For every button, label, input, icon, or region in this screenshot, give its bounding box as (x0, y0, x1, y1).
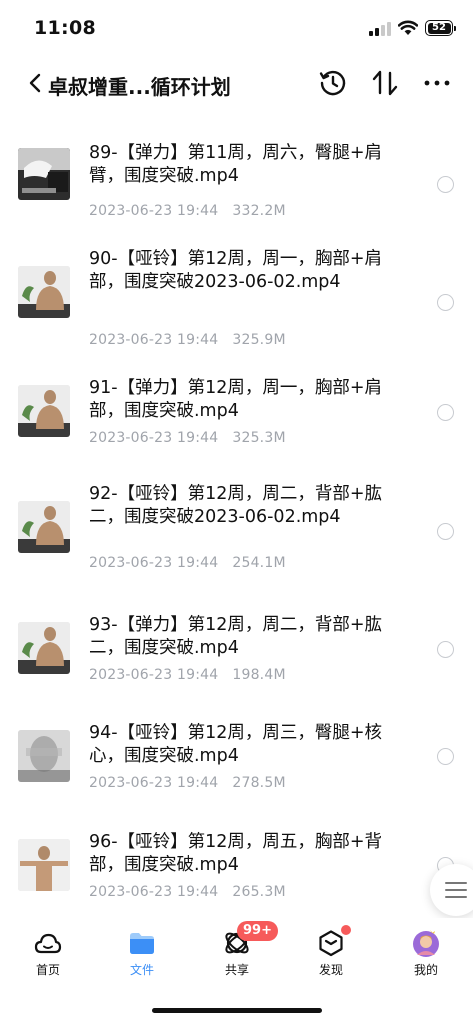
tab-label: 文件 (129, 963, 154, 977)
tab-mine[interactable]: 我的 (396, 918, 456, 988)
file-item[interactable]: 94-【哑铃】第12周，周三，臀腿+核心，围度突破.mp4 2023-06-23… (0, 722, 473, 807)
file-meta: 2023-06-23 19:44 325.9M (89, 332, 286, 348)
tab-files[interactable]: 文件 (112, 918, 172, 988)
select-radio[interactable] (437, 748, 454, 765)
file-date: 2023-06-23 19:44 (89, 332, 219, 348)
file-date: 2023-06-23 19:44 (89, 203, 219, 219)
file-name: 94-【哑铃】第12周，周三，臀腿+核心，围度突破.mp4 (89, 723, 383, 766)
file-list: 89-【弹力】第11周，周六，臀腿+肩臂，围度突破.mp4 2023-06-23… (0, 130, 473, 900)
video-thumbnail (18, 266, 70, 318)
file-meta: 2023-06-23 19:44 254.1M (89, 555, 286, 571)
avatar-icon (413, 930, 439, 957)
file-meta: 2023-06-23 19:44 325.3M (89, 430, 286, 446)
video-thumbnail (18, 730, 70, 782)
nav-bar: 卓叔增重...循环计划 (0, 62, 473, 106)
file-size: 198.4M (232, 667, 286, 683)
file-name: 91-【弹力】第12周，周一，胸部+肩部，围度突破.mp4 (89, 378, 383, 421)
battery-level: 52 (427, 22, 451, 34)
back-icon[interactable] (26, 70, 46, 96)
tab-label: 我的 (413, 963, 438, 977)
discover-badge-dot (341, 925, 351, 935)
file-date: 2023-06-23 19:44 (89, 430, 219, 446)
file-size: 265.3M (232, 884, 286, 900)
tab-share[interactable]: 99+ 共享 (207, 918, 278, 988)
file-item[interactable]: 91-【弹力】第12周，周一，胸部+肩部，围度突破.mp4 2023-06-23… (0, 377, 473, 462)
video-thumbnail (18, 501, 70, 553)
history-icon[interactable] (318, 68, 348, 98)
tab-label: 共享 (224, 963, 249, 977)
sort-icon[interactable] (371, 68, 399, 98)
video-thumbnail (18, 148, 70, 200)
file-date: 2023-06-23 19:44 (89, 884, 219, 900)
more-options-icon[interactable] (422, 68, 452, 98)
file-size: 325.9M (232, 332, 286, 348)
file-size: 278.5M (232, 775, 286, 791)
file-item[interactable]: 89-【弹力】第11周，周六，臀腿+肩臂，围度突破.mp4 2023-06-23… (0, 142, 473, 227)
select-radio[interactable] (437, 523, 454, 540)
file-item[interactable]: 96-【哑铃】第12周，周五，胸部+背部，围度突破.mp4 2023-06-23… (0, 831, 473, 900)
file-item[interactable]: 93-【弹力】第12周，周二，背部+肱二，围度突破.mp4 2023-06-23… (0, 614, 473, 699)
file-size: 254.1M (232, 555, 286, 571)
file-name: 90-【哑铃】第12周，周一，胸部+肩部，围度突破2023-06-02.mp4 (89, 249, 383, 292)
menu-lines-icon (445, 882, 467, 898)
video-thumbnail (18, 385, 70, 437)
tab-discover[interactable]: 发现 (301, 918, 361, 988)
select-radio[interactable] (437, 176, 454, 193)
status-time: 11:08 (34, 17, 96, 39)
home-indicator (152, 1008, 322, 1013)
file-name: 92-【哑铃】第12周，周二，背部+肱二，围度突破2023-06-02.mp4 (89, 484, 383, 527)
file-name: 93-【弹力】第12周，周二，背部+肱二，围度突破.mp4 (89, 615, 383, 658)
file-meta: 2023-06-23 19:44 332.2M (89, 203, 286, 219)
tab-label: 发现 (318, 963, 343, 977)
file-item[interactable]: 90-【哑铃】第12周，周一，胸部+肩部，围度突破2023-06-02.mp4 … (0, 248, 473, 356)
folder-icon (130, 933, 154, 954)
share-badge: 99+ (237, 921, 278, 941)
file-name: 96-【哑铃】第12周，周五，胸部+背部，围度突破.mp4 (89, 832, 383, 875)
file-item[interactable]: 92-【哑铃】第12周，周二，背部+肱二，围度突破2023-06-02.mp4 … (0, 483, 473, 591)
floating-menu-button[interactable] (430, 864, 473, 916)
video-thumbnail (18, 839, 70, 891)
status-bar: 11:08 52 (0, 0, 473, 56)
wifi-icon (398, 20, 418, 35)
tab-home[interactable]: 首页 (18, 918, 78, 988)
cellular-signal-icon (369, 22, 391, 36)
file-meta: 2023-06-23 19:44 265.3M (89, 884, 286, 900)
tab-bar: 首页 文件 99+ 共享 发现 我的 (0, 918, 473, 988)
file-meta: 2023-06-23 19:44 198.4M (89, 667, 286, 683)
file-date: 2023-06-23 19:44 (89, 667, 219, 683)
file-date: 2023-06-23 19:44 (89, 555, 219, 571)
select-radio[interactable] (437, 641, 454, 658)
file-size: 325.3M (232, 430, 286, 446)
file-date: 2023-06-23 19:44 (89, 775, 219, 791)
video-thumbnail (18, 622, 70, 674)
battery-icon: 52 (425, 20, 456, 36)
tab-label: 首页 (35, 963, 60, 977)
select-radio[interactable] (437, 294, 454, 311)
cloud-home-icon (34, 933, 62, 954)
page-title: 卓叔增重...循环计划 (48, 75, 231, 99)
file-meta: 2023-06-23 19:44 278.5M (89, 775, 286, 791)
select-radio[interactable] (437, 404, 454, 421)
file-size: 332.2M (232, 203, 286, 219)
file-name: 89-【弹力】第11周，周六，臀腿+肩臂，围度突破.mp4 (89, 143, 383, 186)
